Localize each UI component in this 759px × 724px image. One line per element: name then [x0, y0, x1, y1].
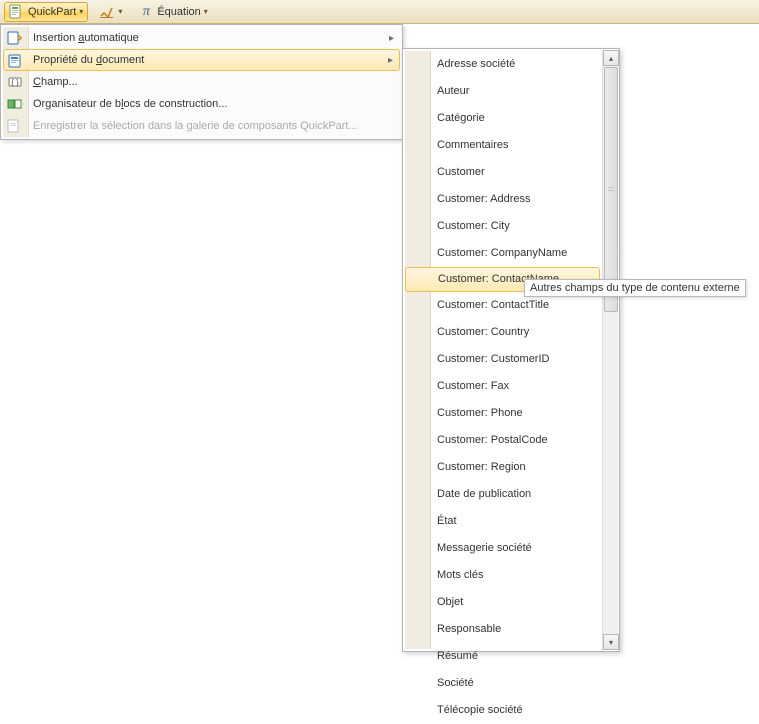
menu-item-icon	[7, 96, 23, 112]
submenu-item-label: Date de publication	[437, 488, 531, 500]
submenu-item[interactable]: Auteur	[403, 78, 602, 105]
menu-item[interactable]: { } Champ...	[3, 71, 400, 93]
submenu-item-label: Customer: CustomerID	[437, 353, 549, 365]
submenu-item-label: Customer: ContactTitle	[437, 299, 549, 311]
submenu-item-label: Customer: Fax	[437, 380, 509, 392]
tooltip: Autres champs du type de contenu externe	[524, 279, 746, 297]
equation-button[interactable]: π Équation ▾	[133, 2, 212, 22]
tooltip-text: Autres champs du type de contenu externe	[530, 282, 740, 294]
scroll-thumb[interactable]	[604, 67, 618, 312]
submenu-item-label: Responsable	[437, 623, 501, 635]
quickpart-button[interactable]: QuickPart ▾	[4, 2, 88, 22]
submenu-item-label: Messagerie société	[437, 542, 532, 554]
submenu-item-label: Customer: Region	[437, 461, 526, 473]
submenu-item[interactable]: Télécopie société	[403, 697, 602, 724]
menu-item: Enregistrer la sélection dans la galerie…	[3, 115, 400, 137]
chevron-right-icon: ▸	[388, 55, 393, 66]
submenu-item[interactable]: Société	[403, 670, 602, 697]
submenu-item[interactable]: Mots clés	[403, 562, 602, 589]
submenu-item[interactable]: Adresse société	[403, 51, 602, 78]
submenu-item[interactable]: Customer: Address	[403, 186, 602, 213]
submenu-item-label: Catégorie	[437, 112, 485, 124]
submenu-item-label: Customer: Address	[437, 193, 531, 205]
submenu-item-label: Commentaires	[437, 139, 509, 151]
submenu-item[interactable]: Customer	[403, 159, 602, 186]
submenu-item-label: Customer: Country	[437, 326, 529, 338]
menu-item-label: Champ...	[33, 76, 78, 88]
scroll-down-button[interactable]: ▾	[603, 634, 619, 650]
chevron-right-icon: ▸	[389, 33, 394, 44]
submenu-item-label: Auteur	[437, 85, 469, 97]
signature-button[interactable]: ▾	[94, 2, 127, 22]
pi-icon: π	[138, 4, 154, 20]
submenu-item[interactable]: Customer: Country	[403, 319, 602, 346]
submenu-item[interactable]: Customer: Region	[403, 454, 602, 481]
menu-item-label: Propriété du document	[33, 54, 144, 66]
submenu-item-label: Customer: City	[437, 220, 510, 232]
submenu-item-label: Société	[437, 677, 474, 689]
submenu-item[interactable]: Catégorie	[403, 105, 602, 132]
submenu-item[interactable]: Résumé	[403, 643, 602, 670]
quickpart-menu: Insertion automatique▸Propriété du docum…	[0, 24, 403, 140]
submenu-item[interactable]: Customer: PostalCode	[403, 427, 602, 454]
submenu-item[interactable]: Customer: CustomerID	[403, 346, 602, 373]
submenu-item[interactable]: Customer: CompanyName	[403, 240, 602, 267]
quickpart-label: QuickPart	[28, 3, 76, 21]
document-property-submenu: Adresse société Auteur Catégorie Commentair…	[402, 48, 620, 652]
menu-item-icon	[7, 30, 23, 46]
chevron-down-icon: ▾	[204, 3, 208, 21]
submenu-item-label: Objet	[437, 596, 463, 608]
submenu-item-label: Customer	[437, 166, 485, 178]
submenu-item[interactable]: Commentaires	[403, 132, 602, 159]
svg-text:{ }: { }	[11, 78, 19, 87]
signature-icon	[99, 4, 115, 20]
submenu-item[interactable]: Objet	[403, 589, 602, 616]
submenu-item[interactable]: État	[403, 508, 602, 535]
chevron-down-icon: ▾	[118, 3, 122, 21]
submenu-item[interactable]: Customer: City	[403, 213, 602, 240]
submenu-item-label: Adresse société	[437, 58, 515, 70]
menu-item-label: Insertion automatique	[33, 32, 139, 44]
submenu-item[interactable]: Customer: Phone	[403, 400, 602, 427]
submenu-item[interactable]: Date de publication	[403, 481, 602, 508]
submenu-item-label: Customer: CompanyName	[437, 247, 567, 259]
menu-item-label: Enregistrer la sélection dans la galerie…	[33, 120, 358, 132]
menu-item-icon	[7, 118, 23, 134]
menu-item-icon: { }	[7, 74, 23, 90]
menu-item[interactable]: Organisateur de blocs de construction...	[3, 93, 400, 115]
menu-item-label: Organisateur de blocs de construction...	[33, 98, 227, 110]
scroll-up-button[interactable]: ▴	[603, 50, 619, 66]
chevron-down-icon: ▾	[79, 3, 83, 21]
scrollbar[interactable]: ▴ ▾	[602, 50, 618, 650]
submenu-item[interactable]: Customer: Fax	[403, 373, 602, 400]
menu-item[interactable]: Propriété du document ▸	[3, 49, 400, 71]
submenu-item[interactable]: Responsable	[403, 616, 602, 643]
submenu-item-label: Customer: Phone	[437, 407, 523, 419]
submenu-item-label: État	[437, 515, 457, 527]
quickpart-icon	[9, 4, 25, 20]
menu-item[interactable]: Insertion automatique ▸	[3, 27, 400, 49]
ribbon: QuickPart ▾ ▾ π Équation ▾	[0, 0, 759, 24]
submenu-item-label: Mots clés	[437, 569, 483, 581]
submenu-item-label: Customer: PostalCode	[437, 434, 548, 446]
menu-item-icon	[8, 53, 24, 69]
submenu-item-label: Télécopie société	[437, 704, 523, 716]
equation-label: Équation	[157, 3, 200, 21]
submenu-item[interactable]: Messagerie société	[403, 535, 602, 562]
